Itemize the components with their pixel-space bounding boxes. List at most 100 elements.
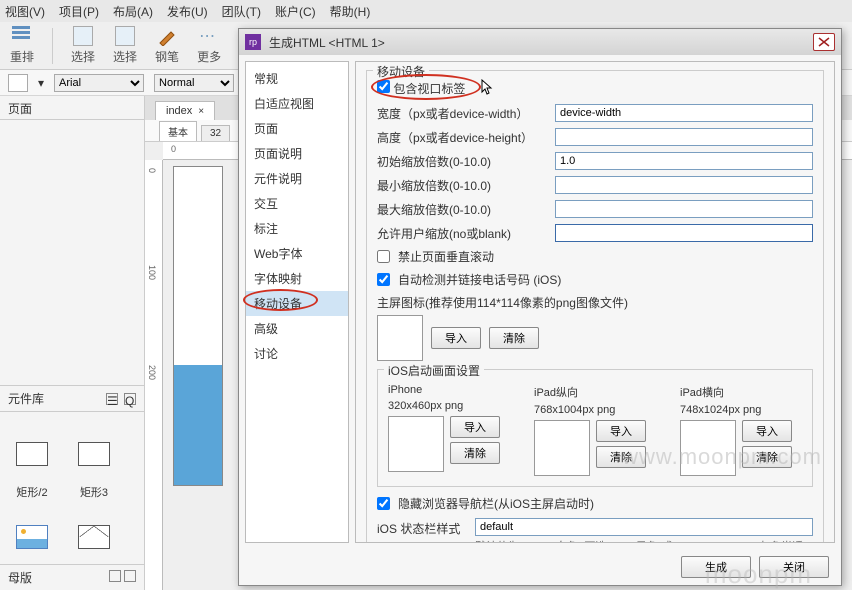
more-icon: ⋯: [199, 26, 219, 46]
iphone-label: iPhone: [388, 384, 500, 396]
ipad-p-spec: 768x1004px png: [534, 404, 646, 416]
menu-help[interactable]: 帮助(H): [330, 3, 371, 20]
weight-select[interactable]: Normal: [154, 74, 234, 92]
homeicon-clear-button[interactable]: 清除: [489, 327, 539, 349]
master-add-icon[interactable]: [109, 570, 121, 582]
hidenav-checkbox[interactable]: [377, 497, 390, 510]
nav-elemdesc[interactable]: 元件说明: [246, 166, 348, 191]
dialog-titlebar[interactable]: rp 生成HTML <HTML 1>: [239, 29, 841, 55]
initscale-input[interactable]: [555, 152, 813, 170]
menu-project[interactable]: 项目(P): [59, 3, 99, 20]
nav-general[interactable]: 常规: [246, 66, 348, 91]
font-select[interactable]: Arial: [54, 74, 144, 92]
subtab-320[interactable]: 32: [201, 125, 230, 141]
minscale-input[interactable]: [555, 176, 813, 194]
designscroll-checkbox[interactable]: [377, 250, 390, 263]
statusbar-input[interactable]: [475, 518, 813, 536]
tool-group-select[interactable]: 选择: [113, 26, 137, 65]
ipad-l-thumb: [680, 420, 736, 476]
close-button[interactable]: [813, 33, 835, 51]
generate-html-dialog: rp 生成HTML <HTML 1> 常规 白适应视图 页面 页面说明 元件说明…: [238, 28, 842, 586]
left-panel: 页面 元件库 ☰ Q 矩形/2 矩形3: [0, 96, 145, 590]
autotel-label: 自动检测并链接电话号码 (iOS): [398, 271, 561, 288]
pages-panel-header: 页面: [0, 96, 144, 120]
nav-adaptive[interactable]: 白适应视图: [246, 91, 348, 116]
dialog-main: 移动设备 包含视口标签 宽度（px或者device-width） 高度（px或者: [355, 61, 835, 543]
mobile-legend: 移动设备: [373, 63, 429, 80]
ruler-vertical: 0 100 200: [145, 160, 163, 590]
ipad-p-clear-button[interactable]: 清除: [596, 446, 646, 468]
iphone-import-button[interactable]: 导入: [450, 416, 500, 438]
nav-advanced[interactable]: 高级: [246, 316, 348, 341]
initscale-label: 初始缩放倍数(0-10.0): [377, 153, 547, 170]
ipad-l-label: iPad横向: [680, 384, 792, 400]
iphone-clear-button[interactable]: 清除: [450, 442, 500, 464]
userscale-input[interactable]: [555, 224, 813, 242]
width-input[interactable]: [555, 104, 813, 122]
tool-pen[interactable]: 钢笔: [155, 26, 179, 65]
close-icon[interactable]: ×: [198, 106, 204, 117]
rect-icon: [78, 442, 110, 466]
toolbar-sep: [52, 28, 53, 64]
statusbar-hint: 默认值为default(白色),可选black(黑色)或black-transl…: [475, 540, 813, 543]
tool-select[interactable]: 选择: [71, 26, 95, 65]
lib-list-icon[interactable]: ☰: [106, 393, 118, 405]
nav-annot[interactable]: 标注: [246, 216, 348, 241]
nav-pagedesc[interactable]: 页面说明: [246, 141, 348, 166]
launch-legend: iOS启动画面设置: [384, 362, 484, 379]
hidenav-label: 隐藏浏览器导航栏(从iOS主屏启动时): [398, 495, 594, 512]
artboard[interactable]: [173, 166, 223, 486]
tool-more[interactable]: ⋯ 更多: [197, 26, 221, 65]
dialog-title: 生成HTML <HTML 1>: [269, 34, 385, 51]
tab-index[interactable]: index ×: [155, 101, 215, 120]
autotel-checkbox[interactable]: [377, 273, 390, 286]
homeicon-import-button[interactable]: 导入: [431, 327, 481, 349]
viewport-checkbox[interactable]: [377, 80, 390, 93]
menu-account[interactable]: 账户(C): [275, 3, 316, 20]
shape-rect2[interactable]: 矩形/2: [16, 442, 48, 500]
width-label: 宽度（px或者device-width）: [377, 105, 547, 122]
viewport-label: 包含视口标签: [393, 82, 465, 96]
generate-button[interactable]: 生成: [681, 556, 751, 578]
pen-icon: [157, 26, 177, 46]
shape-rect3[interactable]: 矩形3: [78, 442, 110, 500]
ipad-l-import-button[interactable]: 导入: [742, 420, 792, 442]
height-input[interactable]: [555, 128, 813, 146]
shape-image[interactable]: [16, 525, 48, 549]
subtab-base[interactable]: 基本: [159, 121, 197, 141]
app-icon: rp: [245, 34, 261, 50]
close-dialog-button[interactable]: 关闭: [759, 556, 829, 578]
launch-fieldset: iOS启动画面设置 iPhone 320x460px png 导入 清除: [377, 369, 813, 487]
master-folder-icon[interactable]: [124, 570, 136, 582]
nav-webfont[interactable]: Web字体: [246, 241, 348, 266]
rect-icon: [16, 442, 48, 466]
nav-page[interactable]: 页面: [246, 116, 348, 141]
nav-discuss[interactable]: 讨论: [246, 341, 348, 366]
dialog-footer: 生成 关闭: [239, 549, 841, 585]
height-label: 高度（px或者device-height）: [377, 129, 547, 146]
maxscale-input[interactable]: [555, 200, 813, 218]
style-dropdown[interactable]: [8, 74, 28, 92]
designscroll-label: 禁止页面垂直滚动: [398, 248, 494, 265]
menu-publish[interactable]: 发布(U): [167, 3, 208, 20]
nav-fontmap[interactable]: 字体映射: [246, 266, 348, 291]
tool-reorder-label: 重排: [10, 48, 34, 65]
tool-reorder[interactable]: 重排: [10, 26, 34, 65]
ipad-p-thumb: [534, 420, 590, 476]
shape-envelope[interactable]: [78, 525, 110, 549]
homeicon-thumb: [377, 315, 423, 361]
nav-interact[interactable]: 交互: [246, 191, 348, 216]
menu-layout[interactable]: 布局(A): [113, 3, 153, 20]
minscale-label: 最小缩放倍数(0-10.0): [377, 177, 547, 194]
menu-team[interactable]: 团队(T): [222, 3, 261, 20]
ipad-l-clear-button[interactable]: 清除: [742, 446, 792, 468]
lib-search-icon[interactable]: Q: [124, 393, 136, 405]
cursor-icon: [481, 79, 493, 98]
statusbar-label: iOS 状态栏样式: [377, 518, 467, 537]
menu-view[interactable]: 视图(V): [5, 3, 45, 20]
nav-mobile[interactable]: 移动设备: [246, 291, 348, 316]
ipad-p-import-button[interactable]: 导入: [596, 420, 646, 442]
group-select-icon: [115, 26, 135, 46]
menu-bar: 视图(V) 项目(P) 布局(A) 发布(U) 团队(T) 账户(C) 帮助(H…: [0, 0, 852, 22]
userscale-label: 允许用户缩放(no或blank): [377, 225, 547, 242]
